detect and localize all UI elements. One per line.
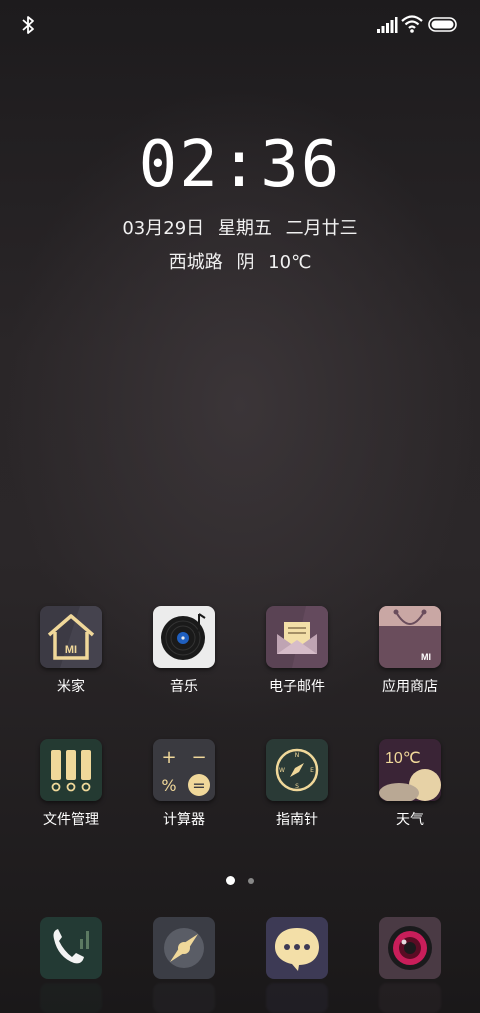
svg-text:W: W	[279, 767, 285, 774]
shopping-bag-icon: MI	[379, 606, 441, 668]
app-mijia[interactable]: MI 米家	[23, 606, 119, 696]
wifi-icon	[401, 15, 423, 33]
weekday-text: 星期五	[217, 218, 272, 239]
dock-camera[interactable]	[379, 917, 441, 979]
lunar-date-text: 二月廿三	[285, 218, 358, 239]
app-music[interactable]: 音乐	[136, 606, 232, 696]
svg-text:=: =	[192, 776, 205, 795]
weather-line[interactable]: 西城路 阴 10℃	[0, 248, 480, 274]
weather-icon: 10℃	[379, 739, 441, 801]
bluetooth-icon	[22, 16, 34, 34]
svg-text:MI: MI	[421, 652, 431, 662]
clock-date-line: 03月29日 星期五 二月廿三	[0, 214, 480, 240]
clock-time[interactable]: 02:36	[0, 128, 480, 202]
page-indicator[interactable]	[0, 870, 480, 889]
dock-reflection	[379, 983, 441, 1013]
dock-phone[interactable]	[40, 917, 102, 979]
dock-messages[interactable]	[266, 917, 328, 979]
status-bar	[0, 0, 480, 50]
folders-icon	[40, 739, 102, 801]
page-dot-active[interactable]	[225, 876, 235, 885]
dock-browser[interactable]	[153, 917, 215, 979]
svg-text:S: S	[295, 783, 299, 790]
app-weather[interactable]: 10℃ 天气	[362, 739, 458, 829]
compass-icon: N S W E	[266, 739, 328, 801]
app-label: 米家	[57, 679, 85, 695]
camera-icon	[379, 917, 441, 979]
dock-reflection	[266, 983, 328, 1013]
app-label: 指南针	[276, 812, 318, 828]
svg-text:10℃: 10℃	[385, 750, 421, 767]
svg-text:MI: MI	[65, 644, 77, 656]
svg-text:−: −	[191, 747, 206, 768]
app-label: 电子邮件	[269, 679, 325, 695]
app-email[interactable]: 电子邮件	[249, 606, 345, 696]
app-file-manager[interactable]: 文件管理	[23, 739, 119, 829]
vinyl-record-icon	[153, 606, 215, 668]
app-label: 应用商店	[382, 679, 438, 695]
app-label: 天气	[396, 812, 424, 828]
dock-reflection	[153, 983, 215, 1013]
browser-icon	[153, 917, 215, 979]
home-icon: MI	[40, 606, 102, 668]
condition-text: 阴	[236, 252, 255, 273]
app-label: 文件管理	[43, 812, 99, 828]
dock-reflection	[40, 983, 102, 1013]
svg-text:%: %	[161, 776, 176, 795]
app-label: 音乐	[170, 679, 198, 695]
messages-icon	[266, 917, 328, 979]
phone-icon	[40, 917, 102, 979]
temperature-text: 10℃	[268, 252, 312, 273]
app-store[interactable]: MI 应用商店	[362, 606, 458, 696]
svg-text:N: N	[295, 752, 300, 759]
location-text: 西城路	[168, 252, 223, 273]
calculator-icon: + − % =	[153, 739, 215, 801]
signal-icon	[377, 17, 398, 33]
envelope-icon	[266, 606, 328, 668]
app-compass[interactable]: N S W E 指南针	[249, 739, 345, 829]
app-label: 计算器	[163, 812, 205, 828]
page-dot[interactable]	[248, 877, 255, 884]
battery-icon	[428, 17, 457, 32]
svg-text:E: E	[310, 767, 314, 774]
app-calculator[interactable]: + − % = 计算器	[136, 739, 232, 829]
date-text: 03月29日	[122, 218, 205, 239]
svg-text:+: +	[161, 747, 176, 768]
